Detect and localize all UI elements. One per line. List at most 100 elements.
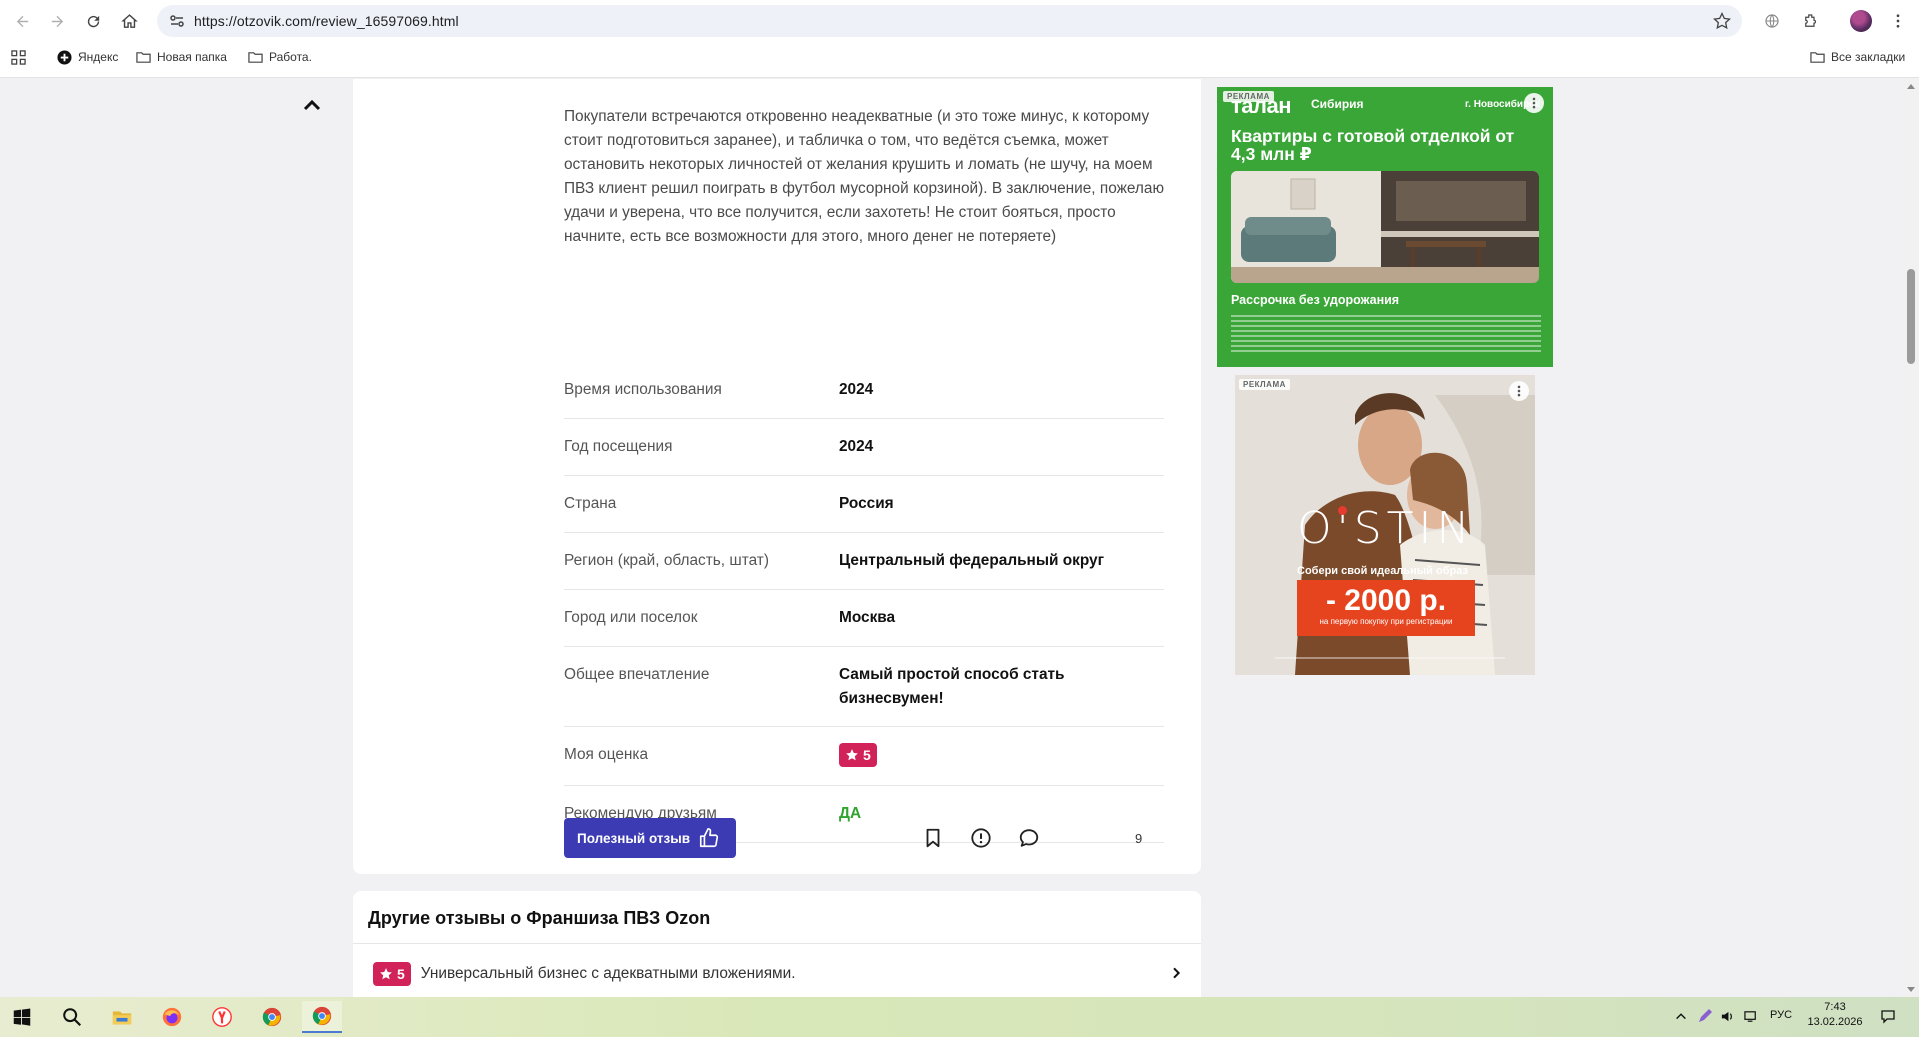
property-value: Самый простой способ стать бизнесвумен! [839, 666, 1065, 707]
rating-badge: 5 [373, 962, 411, 986]
thumbs-up-icon [699, 828, 719, 848]
back-icon[interactable] [10, 9, 34, 33]
star-icon [380, 968, 392, 980]
other-reviews-section: Другие отзывы о Франшиза ПВЗ Ozon 5 Унив… [353, 891, 1201, 997]
url-text: https://otzovik.com/review_16597069.html [194, 13, 459, 29]
reload-icon[interactable] [81, 9, 105, 33]
firefox-icon[interactable] [152, 1001, 192, 1033]
bookmark-yandex[interactable]: Яндекс [57, 48, 118, 66]
all-bookmarks-label: Все закладки [1831, 50, 1906, 64]
page-viewport: Покупатели встречаются откровенно неадек… [0, 79, 1903, 997]
bookmark-label: Новая папка [157, 50, 227, 64]
bookmark-icon[interactable] [920, 825, 946, 851]
property-row: Моя оценка 5 [564, 727, 1164, 786]
property-label: Страна [564, 495, 617, 512]
translate-icon[interactable] [1761, 10, 1783, 32]
windows-start-icon[interactable] [2, 1001, 42, 1033]
chevron-up-icon [303, 99, 321, 111]
comment-icon[interactable] [1016, 825, 1042, 851]
volume-icon[interactable] [1720, 1009, 1735, 1027]
site-settings-icon[interactable] [169, 13, 185, 29]
scrollbar-thumb[interactable] [1907, 269, 1915, 364]
ad-subtitle: Собери свой идеальный образ [1297, 565, 1468, 577]
home-icon[interactable] [117, 9, 141, 33]
property-value: Центральный федеральный округ [839, 552, 1104, 569]
review-actions: Полезный отзыв 9 [564, 818, 1164, 858]
ad-banner-ostin[interactable]: РЕКЛАМА O'STIN Собери свой идеальный обр… [1235, 375, 1535, 675]
property-row: Время использования 2024 [564, 362, 1164, 419]
other-reviews-title: Другие отзывы о Франшиза ПВЗ Ozon [368, 908, 711, 928]
ad-headline: Квартиры с готовой отделкой от 4,3 млн ₽ [1231, 126, 1515, 164]
bookmark-star-icon[interactable] [1712, 11, 1732, 31]
property-label: Город или поселок [564, 609, 698, 626]
ad-legal-text [1275, 657, 1505, 659]
network-icon[interactable] [1744, 1009, 1759, 1027]
ad-menu-icon[interactable] [1509, 381, 1529, 401]
ad-label: РЕКЛАМА [1223, 91, 1274, 102]
file-explorer-icon[interactable] [102, 1001, 142, 1033]
browser-toolbar: https://otzovik.com/review_16597069.html [0, 0, 1919, 42]
property-label: Год посещения [564, 438, 673, 455]
property-row: Регион (край, область, штат) Центральный… [564, 533, 1164, 590]
chevron-right-icon[interactable] [1168, 965, 1184, 981]
property-row: Общее впечатление Самый простой способ с… [564, 647, 1164, 727]
all-bookmarks[interactable]: Все закладки [1810, 48, 1905, 66]
ad-region: Сибирия [1311, 97, 1364, 111]
property-value: Россия [839, 495, 894, 512]
other-review-title: Универсальный бизнес с адекватными вложе… [420, 965, 796, 982]
yandex-browser-icon[interactable] [202, 1001, 242, 1033]
notifications-icon[interactable] [1880, 1008, 1896, 1027]
tray-chevron-up-icon[interactable] [1674, 1009, 1688, 1026]
page-scrollbar[interactable] [1903, 79, 1919, 997]
search-icon[interactable] [52, 1001, 92, 1033]
input-language[interactable]: РУС [1770, 1009, 1792, 1021]
folder-icon [248, 51, 263, 63]
rating-badge: 5 [839, 743, 877, 767]
bookmark-label: Работа. [269, 50, 312, 64]
property-value: 2024 [839, 381, 874, 398]
property-value: Москва [839, 609, 896, 626]
property-row: Год посещения 2024 [564, 419, 1164, 476]
bookmark-work-folder[interactable]: Работа. [248, 48, 312, 66]
property-row: Город или поселок Москва [564, 590, 1164, 647]
pen-icon[interactable] [1697, 1008, 1713, 1027]
scroll-to-top-button[interactable] [298, 91, 326, 119]
apps-icon[interactable] [11, 48, 26, 66]
property-value: 5 [839, 743, 1164, 770]
ad-logo: O'STIN [1297, 503, 1475, 554]
chrome-icon[interactable] [252, 1001, 292, 1033]
property-label: Общее впечатление [564, 666, 710, 683]
system-clock[interactable]: 7:43 13.02.2026 [1805, 1000, 1865, 1030]
folder-icon [136, 51, 151, 63]
ad-banner-talan[interactable]: талан РЕКЛАМА Сибирия г. Новосибирск Ква… [1217, 87, 1553, 367]
ad-promo-note: на первую покупку при регистрации [1319, 617, 1453, 626]
scroll-up-arrow[interactable] [1907, 84, 1915, 89]
report-icon[interactable] [968, 825, 994, 851]
ad-promo-amount: - 2000 р. [1325, 584, 1447, 617]
chrome-active-icon[interactable] [302, 1001, 342, 1033]
scroll-down-arrow[interactable] [1907, 987, 1915, 992]
comments-count[interactable]: 9 [1135, 831, 1142, 846]
useful-review-button[interactable]: Полезный отзыв [564, 818, 736, 858]
windows-taskbar: РУС 7:43 13.02.2026 [0, 997, 1919, 1037]
rating-value: 5 [863, 747, 871, 763]
property-value: 2024 [839, 438, 874, 455]
forward-icon[interactable] [45, 9, 69, 33]
other-review-link[interactable]: 5 Универсальный бизнес с адекватными вло… [373, 962, 795, 986]
extensions-icon[interactable] [1800, 10, 1822, 32]
review-card: Покупатели встречаются откровенно неадек… [353, 79, 1201, 874]
ad-logo-dot [1338, 506, 1347, 515]
clock-time: 7:43 [1824, 1001, 1846, 1013]
review-properties: Время использования 2024 Год посещения 2… [564, 362, 1164, 843]
profile-avatar[interactable] [1850, 10, 1872, 32]
star-icon [846, 749, 858, 761]
property-label: Моя оценка [564, 746, 649, 763]
browser-menu-icon[interactable] [1887, 10, 1909, 32]
bookmark-new-folder[interactable]: Новая папка [136, 48, 227, 66]
review-text: Покупатели встречаются откровенно неадек… [564, 108, 1165, 245]
address-bar[interactable]: https://otzovik.com/review_16597069.html [157, 5, 1742, 37]
ad-menu-icon[interactable] [1524, 93, 1544, 113]
browser-chrome: https://otzovik.com/review_16597069.html… [0, 0, 1919, 78]
property-label: Время использования [564, 381, 722, 398]
property-label: Регион (край, область, штат) [564, 552, 769, 569]
